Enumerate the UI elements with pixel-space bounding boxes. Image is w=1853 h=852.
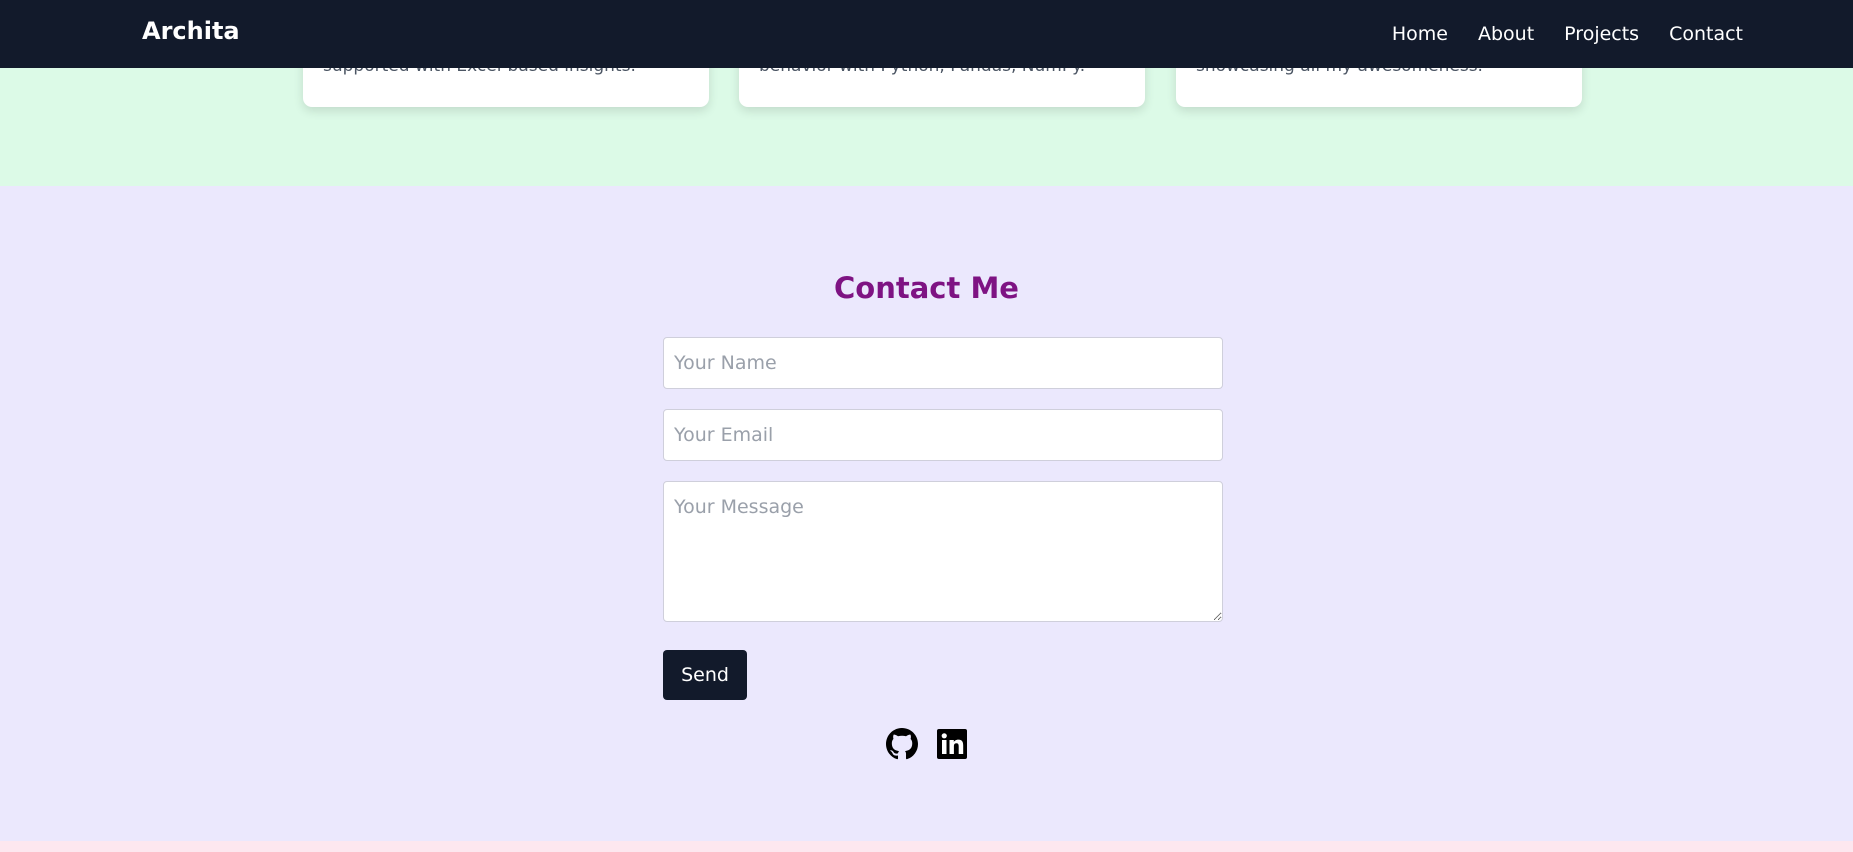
nav-link-contact[interactable]: Contact [1669,23,1743,45]
contact-title: Contact Me [834,271,1019,305]
nav-link-about[interactable]: About [1478,23,1534,45]
message-textarea[interactable] [663,481,1223,622]
name-input[interactable] [663,337,1223,389]
social-links [0,728,1853,760]
send-button[interactable]: Send [663,650,747,700]
github-icon[interactable] [885,728,918,760]
navbar: Archita Home About Projects Contact [0,0,1853,68]
brand-logo[interactable]: Archita [142,17,240,45]
nav-links: Home About Projects Contact [1392,0,1743,68]
footer-section-edge [0,841,1853,852]
contact-section: Contact Me Send [0,186,1853,841]
nav-link-home[interactable]: Home [1392,23,1448,45]
email-input[interactable] [663,409,1223,461]
nav-link-projects[interactable]: Projects [1564,23,1639,45]
linkedin-icon[interactable] [936,728,968,760]
